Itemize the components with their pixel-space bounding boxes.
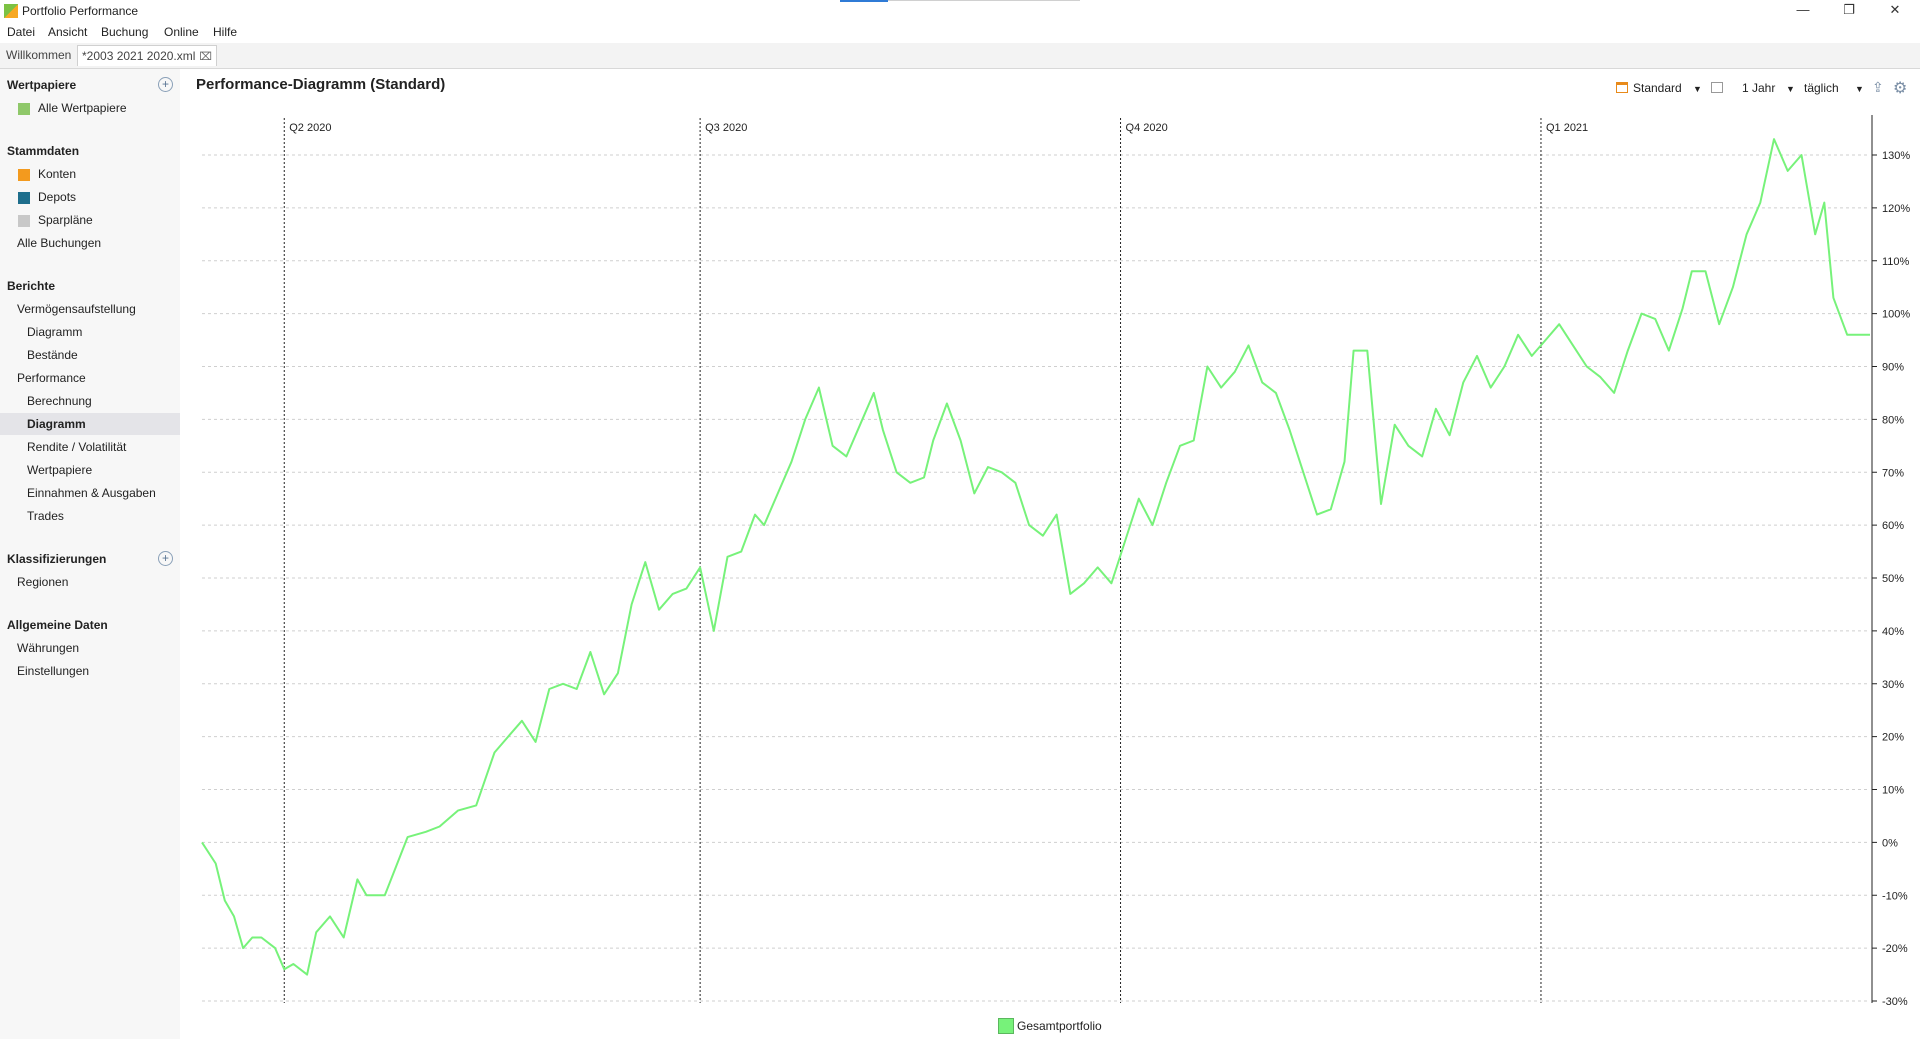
section-stammdaten: Stammdaten xyxy=(7,144,80,158)
quarter-label: Q2 2020 xyxy=(289,122,331,134)
y-tick-label: -20% xyxy=(1882,943,1908,955)
sidebar-item-sparplaene[interactable]: Sparpläne xyxy=(38,213,93,227)
sidebar-item-bestaende[interactable]: Bestände xyxy=(27,348,78,362)
y-tick-label: 100% xyxy=(1882,309,1910,321)
sidebar-item-einstellungen[interactable]: Einstellungen xyxy=(17,664,89,678)
y-tick-label: 120% xyxy=(1882,203,1910,215)
app-logo-icon xyxy=(4,4,18,18)
sidebar-item-vermoegensaufstellung[interactable]: Vermögensaufstellung xyxy=(17,302,136,316)
tab-willkommen[interactable]: Willkommen xyxy=(2,45,75,65)
y-tick-label: 80% xyxy=(1882,414,1904,426)
y-tick-label: -30% xyxy=(1882,996,1908,1008)
window-titlebar: Portfolio Performance — ❐ ✕ xyxy=(0,0,1920,22)
calendar-icon xyxy=(1616,82,1628,93)
menu-bar: Datei Ansicht Buchung Online Hilfe xyxy=(0,22,1920,42)
config-dropdown[interactable]: Standard xyxy=(1633,81,1682,95)
restore-icon[interactable]: ❐ xyxy=(1826,0,1872,22)
quarter-label: Q4 2020 xyxy=(1126,122,1168,134)
page-title: Performance-Diagramm (Standard) xyxy=(196,76,446,93)
add-classification-icon[interactable]: + xyxy=(158,551,173,566)
sidebar-item-depots[interactable]: Depots xyxy=(38,190,76,204)
y-tick-label: 40% xyxy=(1882,626,1904,638)
menu-buchung[interactable]: Buchung xyxy=(101,25,148,39)
quarter-label: Q1 2021 xyxy=(1546,122,1588,134)
sidebar-item-konten[interactable]: Konten xyxy=(38,167,76,181)
y-tick-label: 110% xyxy=(1882,256,1910,268)
y-tick-label: 0% xyxy=(1882,837,1898,849)
tab-label: *2003 2021 2020.xml xyxy=(82,49,196,63)
legend-label-gesamtportfolio[interactable]: Gesamtportfolio xyxy=(1017,1019,1102,1033)
y-tick-label: 130% xyxy=(1882,150,1910,162)
sidebar-item-alle-wertpapiere[interactable]: Alle Wertpapiere xyxy=(38,101,127,115)
menu-datei[interactable]: Datei xyxy=(7,25,35,39)
savings-plan-icon xyxy=(18,215,30,227)
window-icon[interactable] xyxy=(1711,82,1723,93)
title-divider xyxy=(888,0,1080,1)
period-dropdown[interactable]: 1 Jahr xyxy=(1742,81,1775,95)
sidebar-item-alle-buchungen[interactable]: Alle Buchungen xyxy=(17,236,101,250)
tab-label: Willkommen xyxy=(6,48,72,62)
depot-icon xyxy=(18,192,30,204)
gear-icon[interactable]: ⚙ xyxy=(1893,78,1907,98)
interval-dropdown[interactable]: täglich xyxy=(1804,81,1839,95)
editor-tab-bar: Willkommen *2003 2021 2020.xml ⌧ xyxy=(0,43,1920,69)
series-line-gesamtportfolio xyxy=(201,138,1870,976)
window-title: Portfolio Performance xyxy=(22,4,139,18)
y-tick-label: 90% xyxy=(1882,362,1904,374)
sidebar-item-rendite-volatilitaet[interactable]: Rendite / Volatilität xyxy=(27,440,126,454)
sidebar-item-performance[interactable]: Performance xyxy=(17,371,86,385)
menu-online[interactable]: Online xyxy=(164,25,199,39)
menu-hilfe[interactable]: Hilfe xyxy=(213,25,237,39)
navigation-sidebar: Wertpapiere + Alle Wertpapiere Stammdate… xyxy=(0,69,180,1039)
sidebar-item-vermoegen-diagramm[interactable]: Diagramm xyxy=(27,325,82,339)
account-icon xyxy=(18,169,30,181)
y-tick-label: 20% xyxy=(1882,732,1904,744)
sidebar-item-regionen[interactable]: Regionen xyxy=(17,575,68,589)
security-icon xyxy=(18,103,30,115)
sidebar-item-berechnung[interactable]: Berechnung xyxy=(27,394,92,408)
section-allgemeine-daten: Allgemeine Daten xyxy=(7,618,108,632)
add-security-icon[interactable]: + xyxy=(158,77,173,92)
sidebar-item-trades[interactable]: Trades xyxy=(27,509,64,523)
minimize-icon[interactable]: — xyxy=(1780,0,1826,22)
quarter-label: Q3 2020 xyxy=(705,122,747,134)
sidebar-item-performance-wertpapiere[interactable]: Wertpapiere xyxy=(27,463,92,477)
section-wertpapiere: Wertpapiere xyxy=(7,78,77,92)
section-klassifizierungen: Klassifizierungen xyxy=(7,552,107,566)
interval-chevron-down-icon[interactable]: ▼ xyxy=(1855,84,1864,94)
y-tick-label: 60% xyxy=(1882,520,1904,532)
y-tick-label: 30% xyxy=(1882,679,1904,691)
section-berichte: Berichte xyxy=(7,279,56,293)
sidebar-item-einnahmen-ausgaben[interactable]: Einnahmen & Ausgaben xyxy=(27,486,156,500)
close-tab-icon[interactable]: ⌧ xyxy=(199,51,212,63)
sidebar-item-performance-diagramm[interactable]: Diagramm xyxy=(27,417,86,431)
legend-swatch-gesamtportfolio[interactable] xyxy=(998,1018,1014,1034)
title-accent-bar xyxy=(840,0,888,2)
sidebar-item-waehrungen[interactable]: Währungen xyxy=(17,641,79,655)
close-icon[interactable]: ✕ xyxy=(1872,0,1918,22)
y-tick-label: 70% xyxy=(1882,467,1904,479)
y-tick-label: -10% xyxy=(1882,890,1908,902)
tab-portfolio-file[interactable]: *2003 2021 2020.xml ⌧ xyxy=(77,45,218,66)
y-tick-label: 50% xyxy=(1882,573,1904,585)
config-chevron-down-icon[interactable]: ▼ xyxy=(1693,84,1702,94)
period-chevron-down-icon[interactable]: ▼ xyxy=(1786,84,1795,94)
menu-ansicht[interactable]: Ansicht xyxy=(48,25,87,39)
y-tick-label: 10% xyxy=(1882,785,1904,797)
performance-chart: 130% 120% 110% 100% 90% 80% 70% 60% 50% 40% 30% 20%… xyxy=(201,115,1910,1008)
export-icon[interactable]: ⇪ xyxy=(1872,79,1884,96)
